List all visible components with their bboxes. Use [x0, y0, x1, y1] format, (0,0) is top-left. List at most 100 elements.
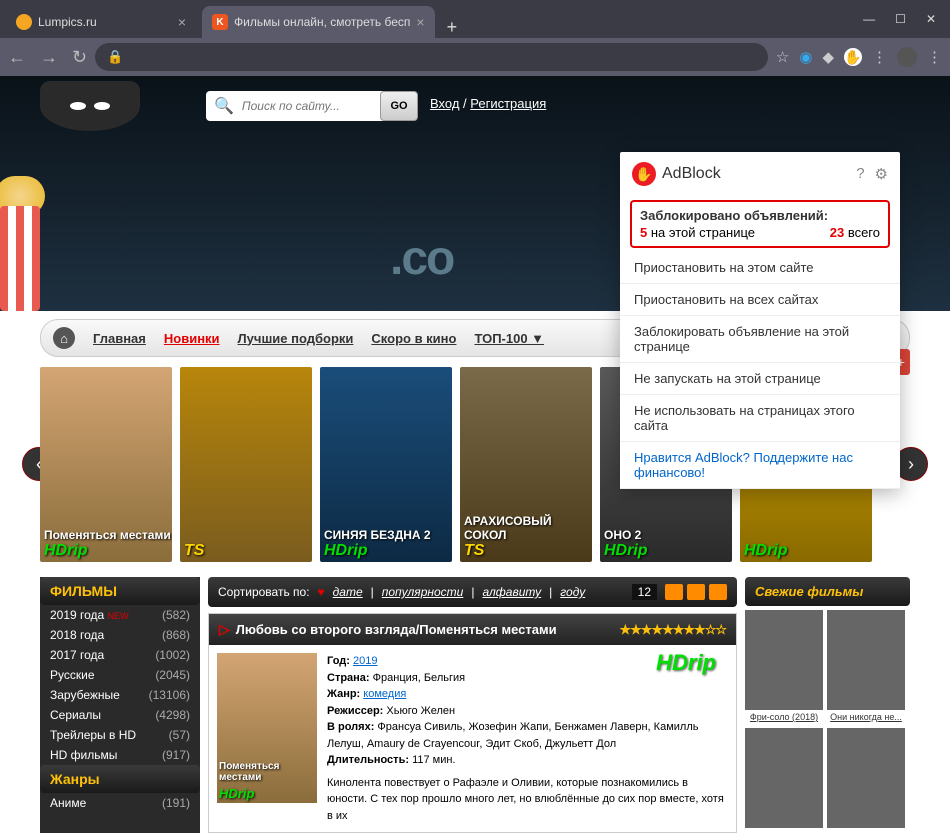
- close-icon[interactable]: ×: [178, 14, 186, 30]
- movie-title[interactable]: Любовь со второго взгляда/Поменяться мес…: [236, 622, 557, 637]
- poster[interactable]: АРАХИСОВЫЙ СОКОЛTS: [460, 367, 592, 562]
- menu-icon[interactable]: ⋮: [872, 48, 887, 66]
- nav-item-soon[interactable]: Скоро в кино: [371, 331, 456, 346]
- back-button[interactable]: ←: [8, 47, 26, 68]
- per-page-select[interactable]: 12: [632, 584, 657, 600]
- extension-icon[interactable]: ◆: [822, 48, 834, 66]
- reload-button[interactable]: ↻: [72, 47, 87, 68]
- star-icon[interactable]: ☆: [776, 48, 789, 66]
- register-link[interactable]: Регистрация: [470, 96, 546, 111]
- sidebar-item[interactable]: Зарубежные(13106): [40, 685, 200, 705]
- adblock-stats: Заблокировано объявлений: 5 на этой стра…: [630, 200, 890, 248]
- sort-date[interactable]: дате: [333, 585, 363, 599]
- login-link[interactable]: Вход: [430, 96, 459, 111]
- fresh-header: Свежие фильмы: [745, 577, 910, 606]
- nav-item-best[interactable]: Лучшие подборки: [238, 331, 354, 346]
- url-field[interactable]: 🔒: [95, 43, 768, 71]
- sidebar-item[interactable]: Аниме(191): [40, 793, 200, 813]
- nav-item-home[interactable]: Главная: [93, 331, 146, 346]
- menu-icon[interactable]: ⋮: [927, 48, 942, 66]
- close-button[interactable]: ✕: [926, 12, 936, 26]
- sort-bar: Сортировать по: ♥ дате | популярности | …: [208, 577, 737, 607]
- sidebar-item[interactable]: 2018 года(868): [40, 625, 200, 645]
- fresh-item[interactable]: Фри-соло (2018): [745, 610, 823, 724]
- adblock-header: ✋ AdBlock ? ⚙: [620, 152, 900, 196]
- sidebar-item[interactable]: 2019 года NEW(582): [40, 605, 200, 625]
- tab-films[interactable]: K Фильмы онлайн, смотреть бесп ×: [202, 6, 435, 38]
- sidebar-header-films: ФИЛЬМЫ: [40, 577, 200, 605]
- home-icon[interactable]: ⌂: [53, 327, 75, 349]
- site-logo[interactable]: [40, 81, 140, 131]
- adblock-popup: ✋ AdBlock ? ⚙ Заблокировано объявлений: …: [620, 152, 900, 489]
- search-icon: 🔍: [206, 96, 242, 116]
- poster[interactable]: Поменяться местамиHDrip: [40, 367, 172, 562]
- adblock-logo-icon: ✋: [632, 162, 656, 186]
- movie-poster[interactable]: Поменяться местами HDrip: [217, 653, 317, 803]
- adblock-icon[interactable]: ✋: [844, 48, 862, 66]
- quality-badge: HDrip: [656, 650, 716, 676]
- play-icon: ▷: [219, 621, 230, 638]
- search-box: 🔍: [206, 91, 406, 121]
- fresh-item[interactable]: [827, 728, 905, 828]
- main-columns: ФИЛЬМЫ 2019 года NEW(582) 2018 года(868)…: [40, 577, 910, 833]
- sidebar-item[interactable]: Русские(2045): [40, 665, 200, 685]
- tab-title: Фильмы онлайн, смотреть бесп: [234, 15, 410, 29]
- domain-text: .co: [390, 231, 453, 286]
- address-bar: ← → ↻ 🔒 ☆ ◉ ◆ ✋ ⋮ ⋮: [0, 38, 950, 76]
- tab-lumpics[interactable]: Lumpics.ru ×: [6, 6, 196, 38]
- movie-card: ▷ Любовь со второго взгляда/Поменяться м…: [208, 613, 737, 833]
- sort-pop[interactable]: популярности: [382, 585, 464, 599]
- movie-details: Год: 2019 Страна: Франция, Бельгия Жанр:…: [327, 653, 728, 824]
- poster[interactable]: СИНЯЯ БЕЗДНА 2HDrip: [320, 367, 452, 562]
- search-go-button[interactable]: GO: [380, 91, 418, 121]
- fresh-poster: [827, 610, 905, 710]
- help-icon[interactable]: ?: [856, 165, 864, 183]
- view-list-icon[interactable]: [665, 584, 683, 600]
- adblock-dont-run[interactable]: Не запускать на этой странице: [620, 363, 900, 395]
- sidebar-item[interactable]: Трейлеры в HD(57): [40, 725, 200, 745]
- sort-alpha[interactable]: алфавиту: [482, 585, 541, 599]
- poster[interactable]: TS: [180, 367, 312, 562]
- new-tab-button[interactable]: +: [435, 17, 470, 38]
- minimize-button[interactable]: —: [863, 12, 875, 26]
- gear-icon[interactable]: ⚙: [875, 165, 888, 183]
- sort-year[interactable]: году: [560, 585, 585, 599]
- fresh-item[interactable]: Они никогда не...: [827, 610, 905, 724]
- view-grid-icon[interactable]: [709, 584, 727, 600]
- toolbar-icons: ☆ ◉ ◆ ✋ ⋮ ⋮: [776, 47, 942, 67]
- sidebar: ФИЛЬМЫ 2019 года NEW(582) 2018 года(868)…: [40, 577, 200, 833]
- nav-item-new[interactable]: Новинки: [164, 331, 220, 346]
- window-controls: — ☐ ✕: [849, 12, 950, 26]
- page-content: 🔍 GO Вход / Регистрация .co ⌂ Главная Но…: [0, 76, 950, 837]
- tabs-row: Lumpics.ru × K Фильмы онлайн, смотреть б…: [0, 6, 849, 38]
- adblock-brand: AdBlock: [662, 165, 721, 183]
- stats-title: Заблокировано объявлений:: [640, 208, 880, 223]
- sidebar-item[interactable]: 2017 года(1002): [40, 645, 200, 665]
- adblock-pause-all[interactable]: Приостановить на всех сайтах: [620, 284, 900, 316]
- extension-icon[interactable]: ◉: [799, 48, 812, 66]
- right-column: Свежие фильмы Фри-соло (2018) Они никогд…: [745, 577, 910, 833]
- movie-title-bar: ▷ Любовь со второго взгляда/Поменяться м…: [209, 614, 736, 645]
- nav-item-top[interactable]: ТОП-100 ▼: [474, 331, 544, 346]
- rating-stars[interactable]: ★★★★★★★★☆☆: [619, 622, 726, 638]
- lock-icon: 🔒: [107, 49, 123, 65]
- adblock-pause-site[interactable]: Приостановить на этом сайте: [620, 252, 900, 284]
- movie-body: HDrip Поменяться местами HDrip Год: 2019…: [209, 645, 736, 832]
- adblock-dont-use[interactable]: Не использовать на страницах этого сайта: [620, 395, 900, 442]
- heart-icon: ♥: [318, 585, 325, 599]
- close-icon[interactable]: ×: [416, 14, 424, 30]
- adblock-block-ad[interactable]: Заблокировать объявление на этой страниц…: [620, 316, 900, 363]
- sidebar-item[interactable]: HD фильмы(917): [40, 745, 200, 765]
- maximize-button[interactable]: ☐: [895, 12, 906, 26]
- forward-button[interactable]: →: [40, 47, 58, 68]
- nav-arrows: ← → ↻: [8, 47, 87, 68]
- tab-title: Lumpics.ru: [38, 15, 97, 29]
- auth-links: Вход / Регистрация: [430, 96, 546, 111]
- chrome-titlebar: Lumpics.ru × K Фильмы онлайн, смотреть б…: [0, 0, 950, 38]
- fresh-item[interactable]: [745, 728, 823, 828]
- view-grid-icon[interactable]: [687, 584, 705, 600]
- sidebar-item[interactable]: Сериалы(4298): [40, 705, 200, 725]
- sidebar-header-genres: Жанры: [40, 765, 200, 793]
- profile-icon[interactable]: [897, 47, 917, 67]
- adblock-support-link[interactable]: Нравится AdBlock? Поддержите нас финансо…: [620, 442, 900, 489]
